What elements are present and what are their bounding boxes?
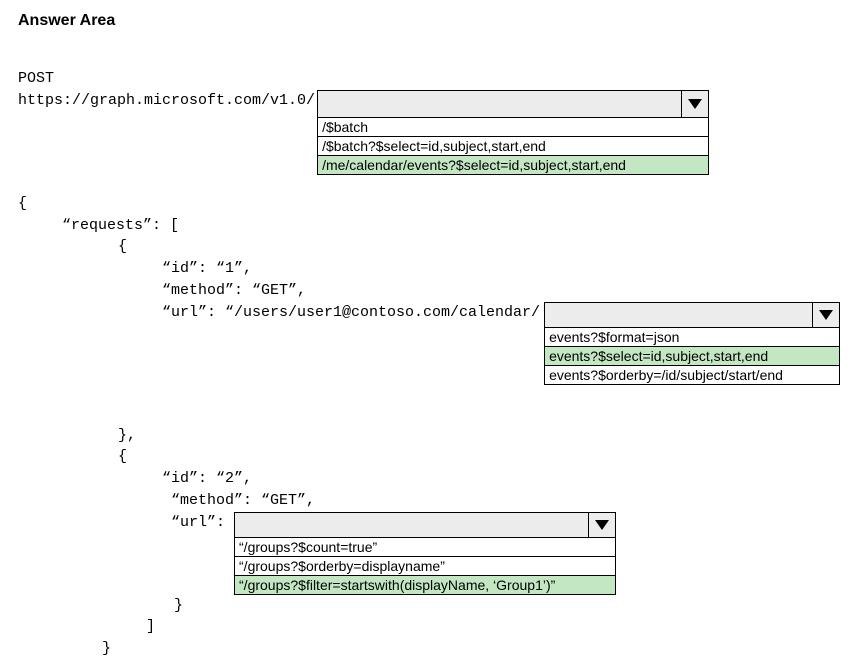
chevron-down-icon — [588, 513, 615, 537]
dropdown-endpoint-2[interactable]: events?$format=json events?$select=id,su… — [544, 302, 840, 385]
dropdown-2-value — [545, 303, 812, 327]
code-id1: “id”: “1”, — [18, 258, 847, 280]
code-arr-close: ] — [18, 616, 847, 638]
dropdown-1-value — [318, 91, 681, 117]
code-brace-open: { — [18, 193, 847, 215]
code-obj-open-2: { — [18, 446, 847, 468]
dropdown-1-option[interactable]: /$batch — [318, 118, 708, 136]
dropdown-endpoint-3[interactable]: “/groups?$count=true” “/groups?$orderby=… — [234, 512, 616, 595]
dropdown-2-option[interactable]: events?$select=id,subject,start,end — [545, 346, 839, 365]
dropdown-2-list: events?$format=json events?$select=id,su… — [544, 328, 840, 385]
code-brace-close: } — [18, 638, 847, 660]
code-id2: “id”: “2”, — [18, 468, 847, 490]
dropdown-endpoint-1[interactable]: /$batch /$batch?$select=id,subject,start… — [317, 90, 709, 175]
page-title: Answer Area — [18, 12, 847, 30]
code-post: POST — [18, 68, 847, 90]
code-method1: “method”: “GET”, — [18, 280, 847, 302]
code-url2-prefix: “url”: — [18, 512, 234, 534]
chevron-down-icon — [812, 303, 839, 327]
dropdown-3-option[interactable]: “/groups?$orderby=displayname” — [235, 556, 615, 575]
code-requests: “requests”: [ — [18, 215, 847, 237]
dropdown-2-option[interactable]: events?$orderby=/id/subject/start/end — [545, 365, 839, 384]
code-obj-close-2: } — [18, 595, 847, 617]
dropdown-1-list: /$batch /$batch?$select=id,subject,start… — [317, 118, 709, 175]
dropdown-3-list: “/groups?$count=true” “/groups?$orderby=… — [234, 538, 616, 595]
code-url1-prefix: “url”: “/users/user1@contoso.com/calenda… — [18, 302, 540, 324]
dropdown-3-option[interactable]: “/groups?$count=true” — [235, 538, 615, 556]
dropdown-3-option[interactable]: “/groups?$filter=startswith(displayName,… — [235, 575, 615, 594]
code-obj-open: { — [18, 236, 847, 258]
code-obj-close-comma: }, — [18, 425, 847, 447]
code-base-url: https://graph.microsoft.com/v1.0/ — [18, 90, 315, 112]
dropdown-1-option[interactable]: /me/calendar/events?$select=id,subject,s… — [318, 155, 708, 174]
dropdown-2-option[interactable]: events?$format=json — [545, 328, 839, 346]
dropdown-1-option[interactable]: /$batch?$select=id,subject,start,end — [318, 136, 708, 155]
dropdown-3-value — [235, 513, 588, 537]
chevron-down-icon — [681, 91, 708, 117]
code-method2: “method”: “GET”, — [18, 490, 847, 512]
